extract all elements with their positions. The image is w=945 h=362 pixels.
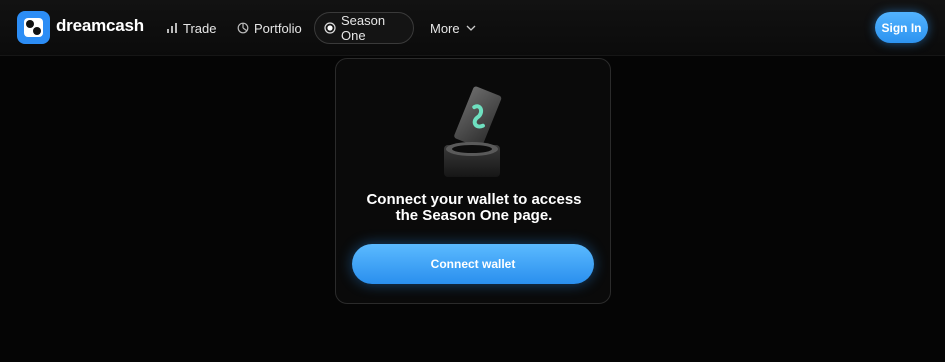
nav-trade-label: Trade [183, 20, 217, 36]
chevron-down-icon [465, 22, 477, 34]
message-line-1: Connect your wallet to access [366, 191, 582, 208]
top-navbar: dreamcash Trade Portfolio Season One Mor… [0, 0, 945, 56]
nav-more-dropdown[interactable]: More [430, 12, 477, 44]
record-dot-icon [324, 22, 336, 34]
message-line-2: the Season One page. [395, 207, 553, 224]
dreamcash-logo-icon[interactable] [17, 11, 50, 44]
nav-more-label: More [430, 20, 460, 36]
brand-name[interactable]: dreamcash [56, 16, 144, 36]
nav-portfolio-label: Portfolio [254, 20, 302, 36]
sign-in-button[interactable]: Sign In [875, 12, 928, 43]
bar-chart-icon [166, 22, 178, 34]
ticket-into-slot-icon [441, 81, 511, 181]
nav-trade[interactable]: Trade [166, 12, 216, 44]
connect-wallet-button[interactable]: Connect wallet [352, 244, 594, 284]
pie-chart-icon [237, 22, 249, 34]
nav-season-one[interactable]: Season One [314, 12, 414, 44]
nav-portfolio[interactable]: Portfolio [237, 12, 302, 44]
connect-wallet-card: Connect your wallet to access the Season… [335, 58, 611, 304]
connect-wallet-message: Connect your wallet to access the Season… [336, 192, 612, 224]
nav-season-one-label: Season One [341, 13, 386, 43]
